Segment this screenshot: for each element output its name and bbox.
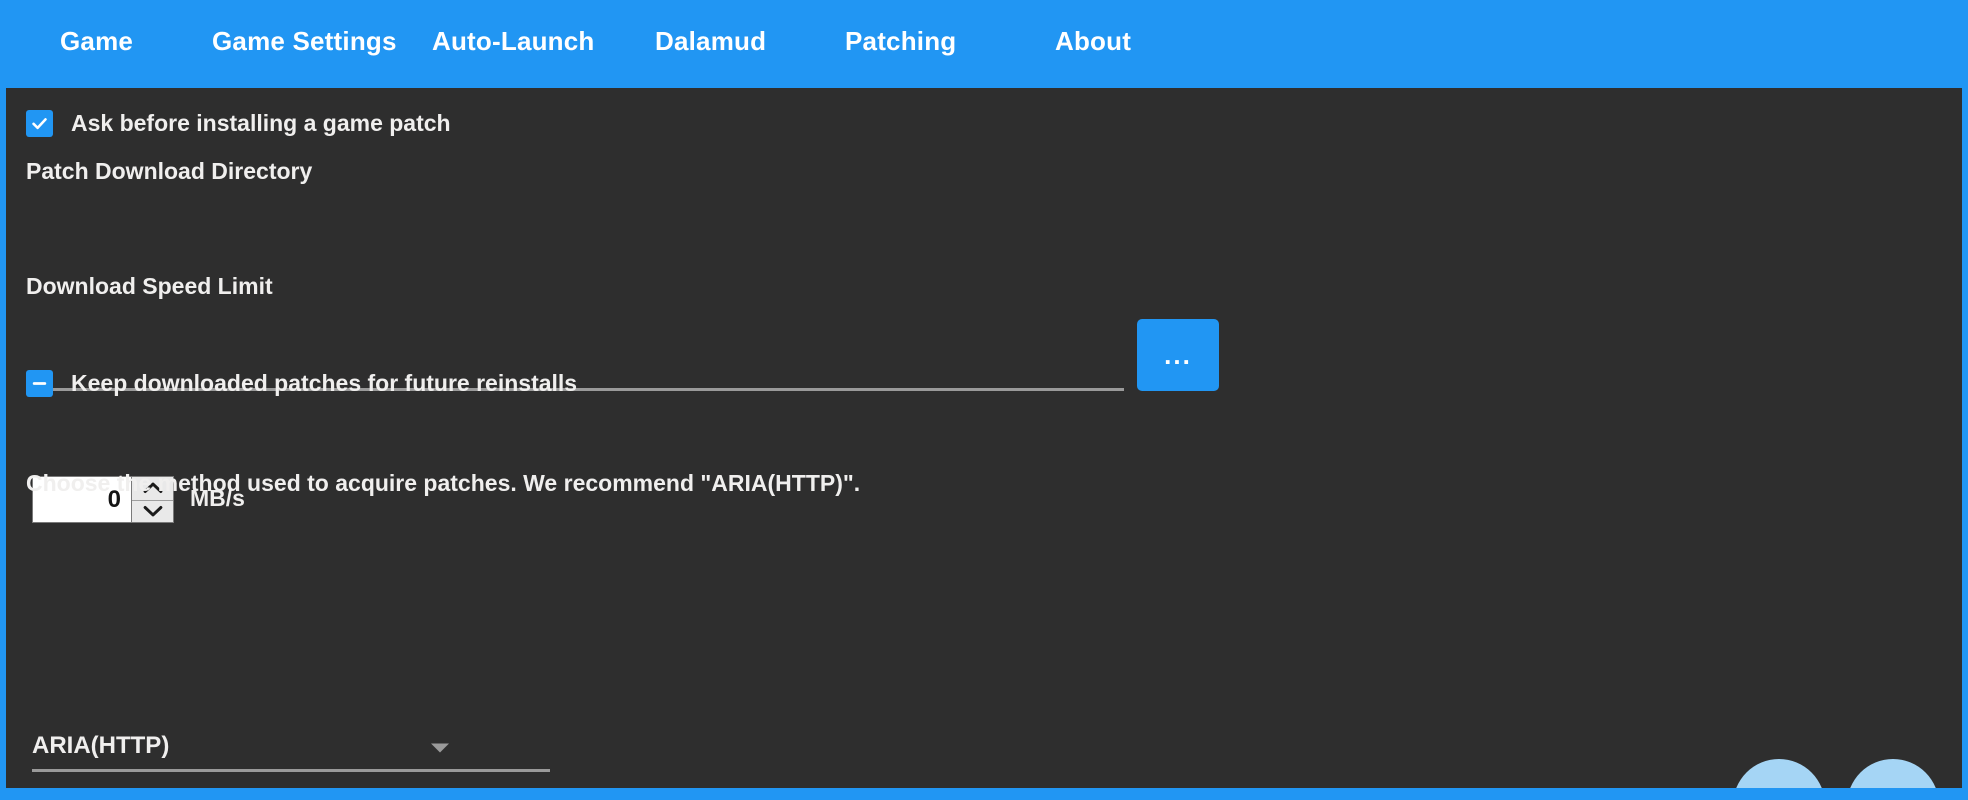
check-icon[interactable] — [26, 110, 53, 137]
confirm-save-button[interactable] — [1847, 759, 1939, 788]
tab-game[interactable]: Game — [60, 26, 133, 57]
keep-patches-label: Keep downloaded patches for future reins… — [71, 370, 578, 396]
acquisition-method-select[interactable]: ARIA(HTTP) — [32, 732, 550, 772]
ask-before-install-label: Ask before installing a game patch — [71, 110, 451, 136]
open-folder-button[interactable] — [1733, 759, 1825, 788]
ask-before-install-checkbox-row[interactable]: Ask before installing a game patch — [26, 110, 451, 137]
ellipsis-icon: ... — [1164, 340, 1192, 370]
patch-download-directory-label: Patch Download Directory — [26, 158, 313, 184]
acquisition-method-description: Choose the method used to acquire patche… — [26, 470, 861, 496]
browse-directory-button[interactable]: ... — [1137, 319, 1219, 391]
tab-bar: Game Game Settings Auto-Launch Dalamud P… — [0, 0, 1968, 88]
tab-patching[interactable]: Patching — [845, 26, 956, 57]
tab-auto-launch[interactable]: Auto-Launch — [432, 26, 595, 57]
window-frame: Game Game Settings Auto-Launch Dalamud P… — [0, 0, 1968, 800]
download-speed-limit-label: Download Speed Limit — [26, 273, 273, 299]
chevron-down-icon[interactable] — [430, 742, 450, 754]
chevron-down-icon[interactable] — [132, 499, 173, 522]
check-icon — [1869, 781, 1917, 788]
tab-about[interactable]: About — [1055, 26, 1131, 57]
folder-open-icon — [1756, 782, 1802, 788]
dash-icon[interactable] — [26, 370, 53, 397]
keep-patches-checkbox-row[interactable]: Keep downloaded patches for future reins… — [26, 370, 577, 397]
acquisition-method-value: ARIA(HTTP) — [32, 732, 170, 759]
patching-settings-panel: Ask before installing a game patch Patch… — [6, 88, 1962, 788]
tab-dalamud[interactable]: Dalamud — [655, 26, 766, 57]
tab-game-settings[interactable]: Game Settings — [212, 26, 397, 57]
